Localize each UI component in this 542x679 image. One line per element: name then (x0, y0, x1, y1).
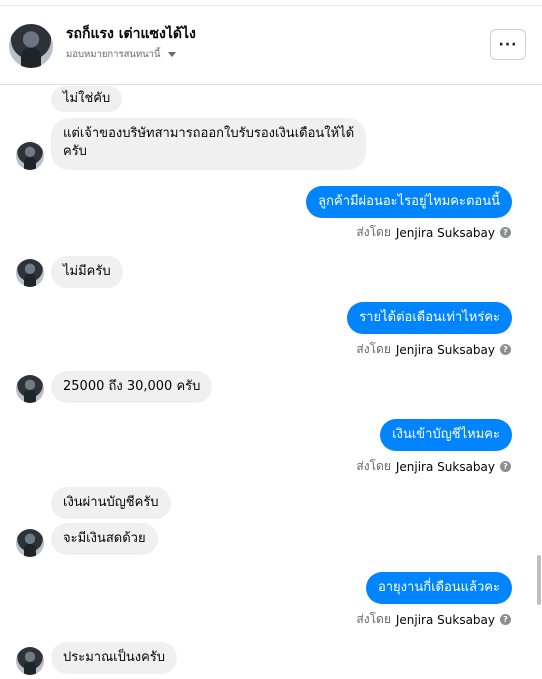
sent-by-label: ส่งโดย Jenjira Suksabay ? (356, 340, 511, 359)
message-text: จะมีเงินสดด้วย (63, 531, 146, 546)
incoming-message[interactable]: ไม่มีครับ (51, 256, 123, 288)
message-text: เงินเข้าบัญชีไหมคะ (392, 427, 500, 442)
sent-by-label: ส่งโดย Jenjira Suksabay ? (356, 457, 511, 476)
sender-name[interactable]: Jenjira Suksabay (396, 343, 495, 357)
sent-by-prefix: ส่งโดย (356, 612, 391, 626)
sent-by-label: ส่งโดย Jenjira Suksabay ? (356, 610, 511, 629)
assign-label: มอบหมายการสนทนานี้ (66, 49, 161, 60)
more-options-button[interactable]: ··· (490, 29, 526, 60)
outgoing-message[interactable]: รายได้ต่อเดือนเท่าไหร่คะ (347, 302, 512, 334)
incoming-message[interactable]: ไม่ใช่คับ (51, 86, 123, 112)
message-text: ประมาณเป็นงครับ (63, 650, 166, 665)
sender-avatar[interactable] (16, 259, 44, 287)
message-text: อายุงานกี่เดือนแล้วคะ (377, 580, 500, 595)
message-text: 25000 ถึง 30,000 ครับ (63, 379, 201, 394)
message-text: ไม่มีครับ (63, 264, 111, 279)
sender-avatar[interactable] (16, 375, 44, 403)
contact-avatar[interactable] (9, 24, 53, 68)
sent-by-prefix: ส่งโดย (356, 459, 391, 473)
sent-by-label: ส่งโดย Jenjira Suksabay ? (356, 223, 511, 242)
caret-down-icon (167, 52, 176, 57)
message-thread: ไม่ใช่คับ แต่เจ้าของบริษัทสามารถออกใบรับ… (0, 85, 542, 679)
sender-avatar[interactable] (16, 529, 44, 557)
message-text: ครับ (63, 144, 87, 159)
message-text: ไม่ใช่คับ (63, 91, 111, 106)
contact-name[interactable]: รถก็แรง เต่าแซงได้ไง (66, 23, 196, 45)
message-text: รายได้ต่อเดือนเท่าไหร่คะ (359, 310, 500, 325)
outgoing-message[interactable]: อายุงานกี่เดือนแล้วคะ (365, 572, 512, 604)
sent-by-prefix: ส่งโดย (356, 342, 391, 356)
message-text: แต่เจ้าของบริษัทสามารถออกใบรับรองเงินเดื… (63, 126, 355, 141)
outgoing-message[interactable]: ลูกค้ามีผ่อนอะไรอยู่ไหมคะตอนนี้ (306, 186, 512, 218)
info-icon[interactable]: ? (500, 614, 511, 625)
sender-avatar[interactable] (16, 142, 44, 170)
info-icon[interactable]: ? (500, 344, 511, 355)
sender-name[interactable]: Jenjira Suksabay (396, 226, 495, 240)
message-text: เงินผ่านบัญชีครับ (63, 495, 159, 510)
scrollbar-thumb[interactable] (537, 555, 541, 605)
incoming-message[interactable]: จะมีเงินสดด้วย (51, 523, 158, 555)
sender-avatar[interactable] (16, 647, 44, 675)
incoming-message[interactable]: 25000 ถึง 30,000 ครับ (51, 371, 213, 403)
info-icon[interactable]: ? (500, 227, 511, 238)
sent-by-prefix: ส่งโดย (356, 225, 391, 239)
sender-name[interactable]: Jenjira Suksabay (396, 460, 495, 474)
conversation-header: รถก็แรง เต่าแซงได้ไง มอบหมายการสนทนานี้ … (0, 6, 542, 85)
incoming-message[interactable]: ประมาณเป็นงครับ (51, 642, 178, 674)
message-text: ลูกค้ามีผ่อนอะไรอยู่ไหมคะตอนนี้ (318, 194, 500, 209)
outgoing-message[interactable]: เงินเข้าบัญชีไหมคะ (380, 419, 512, 451)
incoming-message[interactable]: แต่เจ้าของบริษัทสามารถออกใบรับรองเงินเดื… (51, 118, 367, 170)
sender-name[interactable]: Jenjira Suksabay (396, 613, 495, 627)
assign-conversation[interactable]: มอบหมายการสนทนานี้ (66, 47, 176, 62)
info-icon[interactable]: ? (500, 461, 511, 472)
incoming-message[interactable]: เงินผ่านบัญชีครับ (51, 487, 171, 519)
